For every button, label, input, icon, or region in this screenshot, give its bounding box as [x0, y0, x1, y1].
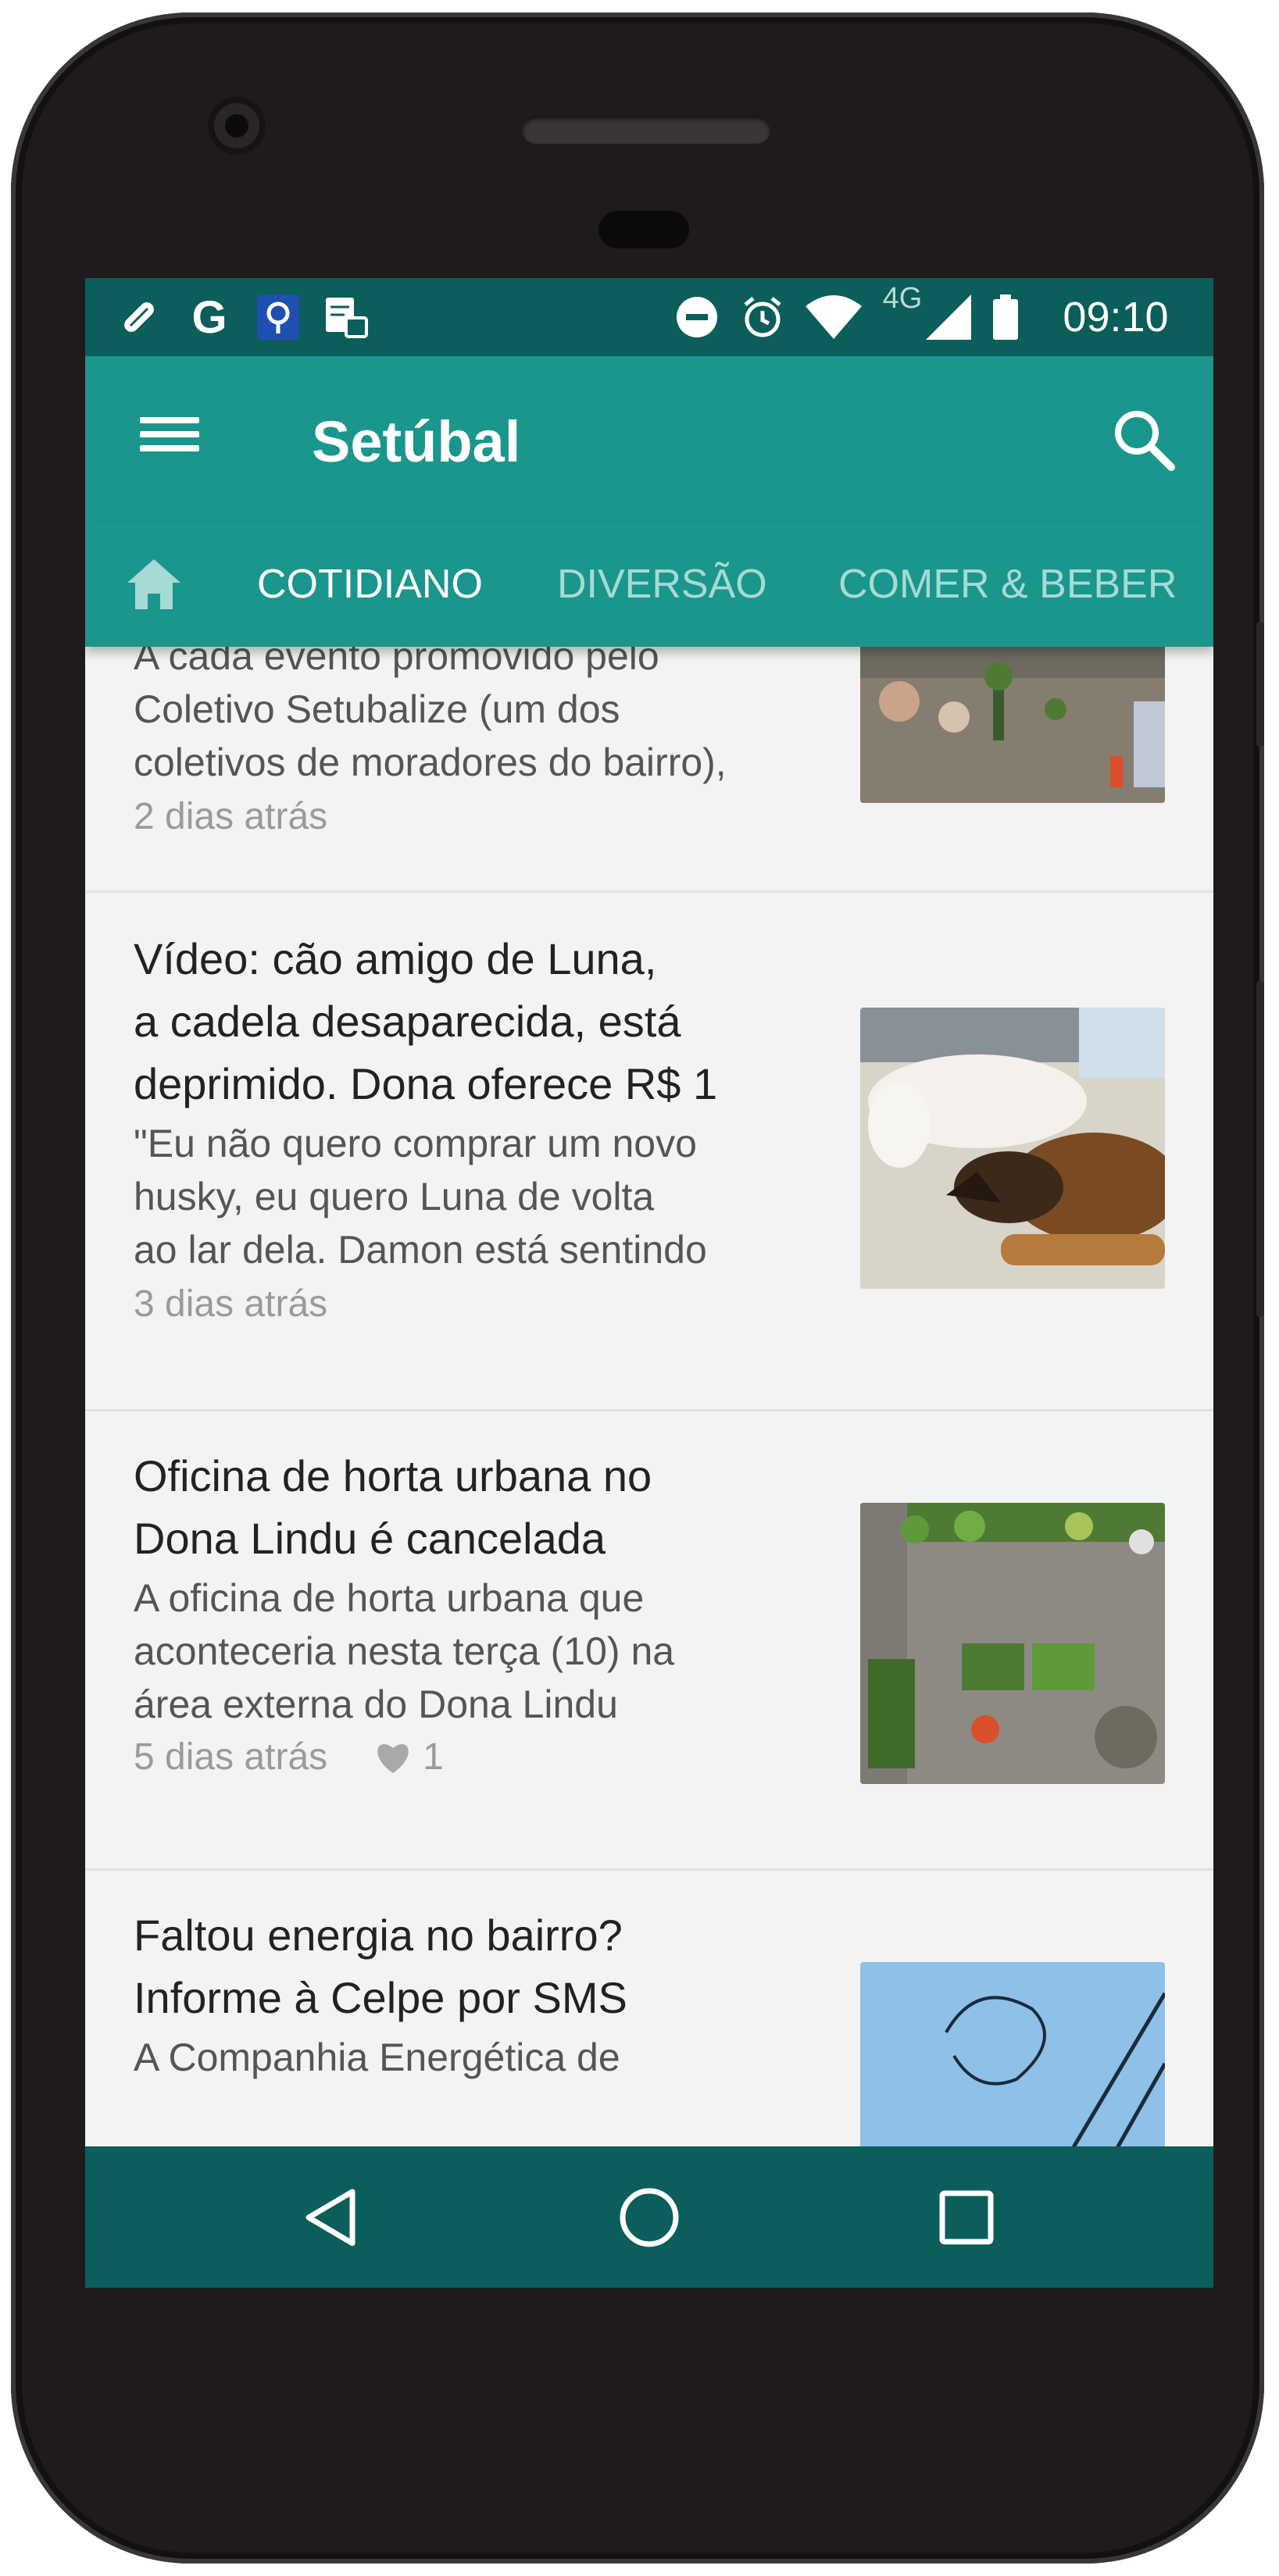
back-icon[interactable] [290, 2175, 376, 2260]
excerpt-line: A Companhia Energética de [134, 2035, 620, 2079]
network-type: 4G [882, 281, 923, 315]
people-planting-photo[interactable] [860, 647, 1165, 803]
title-line: Vídeo: cão amigo de Luna, [134, 934, 657, 983]
recents-icon[interactable] [924, 2175, 1009, 2260]
like-count: 1 [423, 1736, 444, 1778]
proximity-sensor [598, 211, 689, 248]
excerpt-line: A oficina de horta urbana que [134, 1576, 645, 1620]
screen: G 4G 09:10 Setúbal COTIDIANO DIVERSÃO CO… [85, 278, 1213, 2288]
like-counter[interactable]: 1 [374, 1734, 444, 1781]
excerpt-line: Coletivo Setubalize (um dos [134, 687, 620, 731]
title-line: Faltou energia no bairro? [134, 1911, 623, 1960]
page-title: Setúbal [312, 409, 521, 474]
tool-icon [112, 292, 166, 342]
urban-garden-photo[interactable] [860, 1503, 1165, 1784]
front-camera [208, 97, 266, 155]
category-tabs: COTIDIANO DIVERSÃO COMER & BEBER [85, 522, 1213, 647]
earpiece-speaker [522, 116, 770, 144]
article-meta: 3 dias atrás [134, 1281, 327, 1328]
article-title: Oficina de horta urbana no Dona Lindu é … [134, 1445, 790, 1570]
article-excerpt: "Eu não quero comprar um novo husky, eu … [134, 1117, 790, 1276]
battery-icon [982, 292, 1029, 342]
title-line: deprimido. Dona oferece R$ 1 [134, 1059, 718, 1108]
list-item[interactable]: Vídeo: cão amigo de Luna, a cadela desap… [85, 890, 1213, 1411]
sim-icon [320, 292, 374, 342]
phone-frame: G 4G 09:10 Setúbal COTIDIANO DIVERSÃO CO… [11, 12, 1264, 2564]
article-time: 5 dias atrás [134, 1736, 328, 1778]
status-time: 09:10 [1063, 294, 1169, 341]
article-meta: 5 dias atrás 1 [134, 1734, 444, 1781]
tab-diversao[interactable]: DIVERSÃO [557, 522, 767, 647]
title-line: Dona Lindu é cancelada [134, 1514, 606, 1563]
app-bar: Setúbal [85, 356, 1213, 522]
system-nav-bar [85, 2146, 1213, 2288]
do-not-disturb-icon [670, 292, 724, 342]
excerpt-line: A cada evento promovido pelo [134, 647, 659, 678]
list-item[interactable]: A cada evento promovido pelo Coletivo Se… [85, 647, 1213, 893]
heart-icon [377, 1744, 409, 1773]
power-button [1256, 622, 1264, 747]
title-line: Informe à Celpe por SMS [134, 1973, 627, 2022]
news-feed[interactable]: A cada evento promovido pelo Coletivo Se… [85, 647, 1213, 2209]
excerpt-line: área externa do Dona Lindu [134, 1682, 618, 1726]
article-excerpt: A Companhia Energética de [134, 2031, 790, 2084]
list-item[interactable]: Oficina de horta urbana no Dona Lindu é … [85, 1409, 1213, 1871]
article-title: Vídeo: cão amigo de Luna, a cadela desap… [134, 928, 790, 1115]
article-time: 3 dias atrás [134, 1283, 328, 1325]
excerpt-line: coletivos de moradores do bairro), [134, 740, 727, 784]
article-meta: 2 dias atrás [134, 794, 327, 840]
dogs-photo[interactable] [860, 1008, 1165, 1289]
search-icon[interactable] [1107, 403, 1182, 478]
article-title: Faltou energia no bairro? Informe à Celp… [134, 1904, 790, 2029]
status-bar: G 4G 09:10 [85, 278, 1213, 356]
article-excerpt: A oficina de horta urbana que aconteceri… [134, 1572, 790, 1731]
home-icon[interactable] [116, 553, 191, 615]
article-time: 2 dias atrás [134, 796, 328, 837]
wifi-icon [802, 292, 865, 342]
home-circle-icon[interactable] [606, 2175, 692, 2260]
signal-icon [921, 292, 976, 342]
google-icon: G [191, 291, 227, 343]
title-line: a cadela desaparecida, está [134, 997, 681, 1046]
alarm-icon [735, 292, 790, 342]
excerpt-line: "Eu não quero comprar um novo [134, 1122, 697, 1165]
tab-comer-beber[interactable]: COMER & BEBER [838, 522, 1177, 647]
title-line: Oficina de horta urbana no [134, 1451, 652, 1500]
tab-cotidiano[interactable]: COTIDIANO [257, 522, 483, 647]
hamburger-menu-icon[interactable] [138, 403, 201, 466]
maps-icon [251, 292, 305, 342]
excerpt-line: husky, eu quero Luna de volta [134, 1175, 655, 1218]
excerpt-line: ao lar dela. Damon está sentindo [134, 1228, 707, 1272]
excerpt-line: aconteceria nesta terça (10) na [134, 1629, 675, 1673]
article-excerpt: A cada evento promovido pelo Coletivo Se… [134, 647, 790, 789]
volume-button [1256, 981, 1264, 1317]
